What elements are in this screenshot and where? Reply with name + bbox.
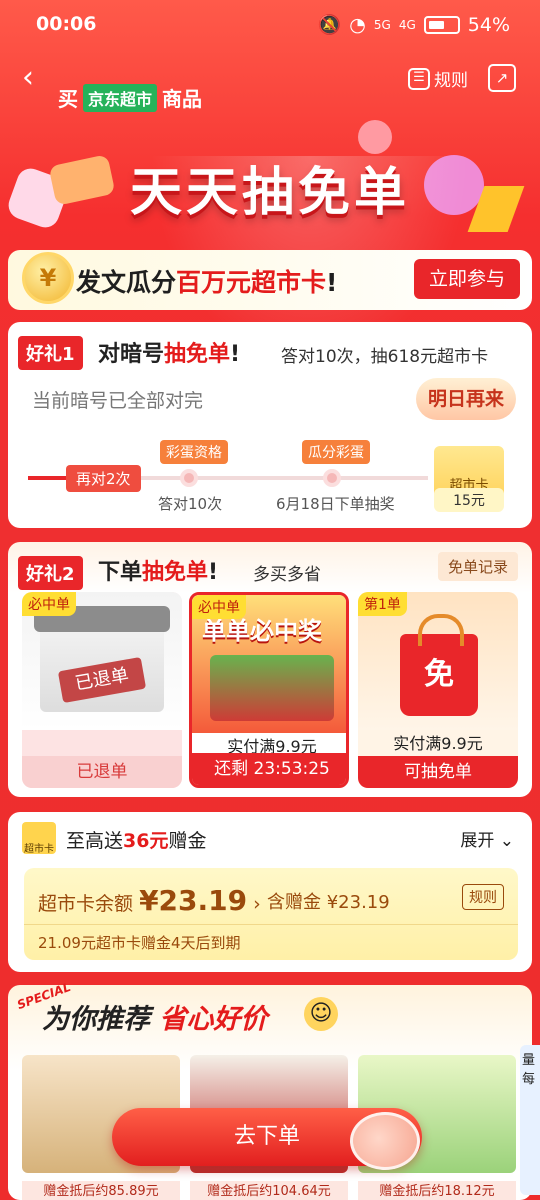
supermarket-card-amount: 15元 [434, 488, 504, 512]
product-badge: 必中单 [192, 595, 246, 619]
product-footer: 已退单 [22, 756, 182, 788]
battery-percent: 54% [467, 13, 510, 36]
balance-amount: ¥23.19 [139, 884, 248, 917]
gift1-status: 当前暗号已全部对完 [32, 390, 204, 412]
rules-icon: ☰ [408, 67, 430, 90]
free-bag-icon: 免 [400, 614, 478, 716]
wallet-title: 至高送36元赠金 [66, 830, 207, 852]
gift-balance: 含赠金 ¥23.19 [267, 892, 390, 913]
smiley-icon: ☺ [304, 997, 338, 1031]
recommend-title: 为你推荐 省心好价 [42, 1004, 268, 1035]
battery-icon [423, 15, 460, 34]
wallet-rules-button[interactable]: 规则 [462, 884, 504, 910]
promo-text: 发文瓜分百万元超市卡! [76, 268, 338, 297]
gift2-card: 好礼2 下单抽免单! 多买多省 免单记录 已退单 必中单 已退单 单单必中奖 必… [8, 542, 532, 797]
jd-supermarket-tag: 京东超市 [83, 83, 158, 112]
side-floating-tab[interactable]: 量每 [520, 1045, 540, 1195]
expiry-notice: 21.09元超市卡赠金4天后到期 [38, 934, 241, 952]
signal-5g-icon: 5G [373, 17, 391, 32]
milestone-node [323, 469, 341, 487]
rules-label: 规则 [434, 71, 468, 91]
milestone-label: 瓜分彩蛋 [302, 440, 370, 464]
hero-banner: 天天抽免单 [0, 120, 540, 366]
rules-button[interactable]: ☰ 规则 [408, 66, 468, 91]
gift1-tag: 好礼1 [18, 336, 83, 370]
countdown-timer: 还剩 23:53:25 [192, 753, 346, 785]
buy-prefix: 买 [58, 87, 78, 111]
come-back-tomorrow-button[interactable]: 明日再来 [416, 378, 516, 420]
product-price: 实付满9.9元 [393, 734, 483, 753]
milestone-text: 6月18日下单抽奖 [276, 495, 395, 513]
product-card[interactable]: 免 第1单 实付满9.9元 可抽免单 [358, 592, 518, 788]
share-icon[interactable]: ↗ [488, 64, 516, 92]
product-badge: 第1单 [358, 592, 407, 616]
gift1-subtitle: 答对10次，抽618元超市卡 [281, 347, 489, 367]
supermarket-card-icon: 超市卡 [22, 822, 56, 855]
product-badge: 必中单 [22, 592, 76, 616]
gift1-title: 对暗号抽免单! [98, 342, 241, 367]
status-time: 00:06 [36, 13, 97, 35]
product-card[interactable]: 单单必中奖 必中单 实付满9.9元 还剩 23:53:25 [189, 592, 349, 788]
banner-title: 天天抽免单 [129, 163, 410, 223]
balance-panel[interactable]: 超市卡余额 ¥23.19 › 含赠金 ¥23.19 规则 21.09元超市卡赠金… [24, 868, 518, 960]
mute-icon: 🔕 [317, 14, 342, 36]
free-order-records-button[interactable]: 免单记录 [437, 552, 518, 581]
milestone-label: 彩蛋资格 [160, 440, 228, 464]
signal-4g-icon: 4G [398, 17, 416, 32]
pointing-hand-icon [350, 1112, 420, 1170]
draw-free-order-button[interactable]: 可抽免单 [358, 756, 518, 788]
buy-jd-supermarket: 买 京东超市 商品 [58, 83, 202, 112]
status-icons: 🔕 ◔ 5G 4G 54% [317, 13, 510, 37]
buy-suffix: 商品 [162, 87, 203, 111]
join-now-button[interactable]: 立即参与 [414, 259, 520, 299]
expand-button[interactable]: 展开 ⌄ [460, 826, 514, 851]
top-nav: ‹ 买 京东超市 商品 ☰ 规则 ↗ [0, 58, 540, 112]
recommendations-section: SPECIAL 为你推荐 省心好价 ☺ 赠金抵后约85.89元 赠金抵后约104… [8, 980, 532, 1200]
back-icon[interactable]: ‹ [22, 60, 34, 95]
milestone-node [180, 469, 198, 487]
gift2-title: 下单抽免单! [98, 560, 219, 585]
divider [24, 924, 518, 925]
status-bar: 00:06 🔕 ◔ 5G 4G 54% [0, 0, 540, 50]
wifi-icon: ◔ [349, 13, 366, 36]
milestone-text: 答对10次 [158, 495, 223, 513]
progress-pill: 再对2次 [66, 465, 141, 492]
recommend-price: 赠金抵后约18.12元 [358, 1181, 516, 1200]
recommend-price: 赠金抵后约104.64元 [190, 1181, 348, 1200]
gift2-subtitle: 多买多省 [253, 565, 321, 585]
promo-strip: ¥ 发文瓜分百万元超市卡! 立即参与 [8, 250, 532, 310]
balance-row: 超市卡余额 ¥23.19 › [38, 884, 261, 917]
supermarket-card-wallet: 超市卡 至高送36元赠金 展开 ⌄ 超市卡余额 ¥23.19 › 含赠金 ¥23… [8, 812, 532, 972]
groceries-box [210, 655, 334, 721]
gift1-card: 好礼1 对暗号抽免单! 答对10次，抽618元超市卡 当前暗号已全部对完 明日再… [8, 322, 532, 528]
coin-icon: ¥ [22, 252, 74, 304]
supermarket-card-reward[interactable]: 超市卡 15元 [434, 446, 504, 512]
recommend-price: 赠金抵后约85.89元 [22, 1181, 180, 1200]
gift2-tag: 好礼2 [18, 556, 83, 590]
product-card[interactable]: 已退单 必中单 已退单 [22, 592, 182, 788]
